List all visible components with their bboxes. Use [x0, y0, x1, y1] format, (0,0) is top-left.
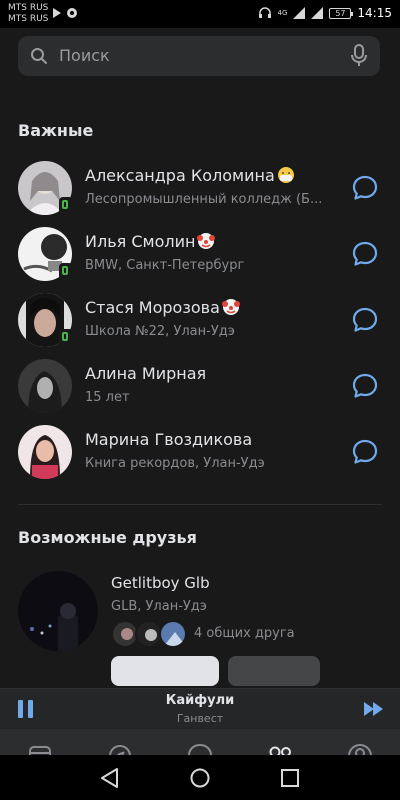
suggested-friend-card[interactable]: Getlitboy Glb GLB, Улан-Удэ 4 общих друг…: [0, 568, 400, 668]
friends-icon: [269, 746, 291, 755]
message-icon[interactable]: [352, 439, 378, 465]
message-icon[interactable]: [352, 373, 378, 399]
friend-name: Алина Мирная: [85, 364, 207, 383]
news-icon: [29, 746, 51, 755]
network-type: 4G: [277, 9, 288, 17]
friend-subtitle: Школа №22, Улан-Удэ: [85, 324, 235, 339]
divider: [18, 504, 382, 505]
tab-news[interactable]: [0, 729, 80, 755]
search-icon: [31, 48, 47, 64]
chrome-icon: [67, 8, 77, 18]
online-mobile-icon: [59, 263, 73, 280]
clock: 14:15: [357, 6, 392, 20]
friend-row[interactable]: Алина Мирная 15 лет: [0, 353, 400, 419]
search-bar[interactable]: Поиск: [18, 36, 380, 76]
avatar: [159, 620, 187, 648]
friend-name: Стася Морозова: [85, 298, 240, 317]
hide-suggestion-button[interactable]: [228, 656, 320, 686]
headphones-icon: [258, 7, 271, 18]
track-title: Кайфули: [165, 693, 235, 708]
avatar[interactable]: [18, 359, 72, 413]
tab-friends[interactable]: [240, 729, 320, 755]
signal-icon: [293, 7, 306, 19]
add-friend-button[interactable]: [111, 656, 219, 686]
audio-player[interactable]: Кайфули Ганвест: [0, 688, 400, 729]
microphone-icon[interactable]: [350, 44, 368, 68]
friend-row[interactable]: Марина Гвоздикова Книга рекордов, Улан-У…: [0, 419, 400, 485]
section-title-suggestions: Возможные друзья: [18, 528, 197, 547]
online-mobile-icon: [59, 197, 73, 214]
tab-bar: [0, 729, 400, 755]
back-icon[interactable]: [97, 765, 123, 791]
battery-icon: 57: [329, 7, 354, 19]
tab-discover[interactable]: [80, 729, 160, 755]
next-track-icon[interactable]: [364, 702, 384, 716]
home-icon[interactable]: [187, 765, 213, 791]
friend-name: Марина Гвоздикова: [85, 430, 253, 449]
online-mobile-icon: [59, 329, 73, 346]
status-bar: MTS RUS MTS RUS 4G 57 14:15: [0, 0, 400, 28]
friend-row[interactable]: Стася Морозова Школа №22, Улан-Удэ: [0, 287, 400, 353]
friend-name: Илья Смолин: [85, 232, 216, 251]
friend-subtitle: BMW, Санкт-Петербург: [85, 258, 245, 273]
clown-face-icon: [197, 233, 216, 249]
signal-icon-2: [311, 7, 324, 19]
message-icon[interactable]: [352, 307, 378, 333]
friend-row[interactable]: Илья Смолин BMW, Санкт-Петербург: [0, 221, 400, 287]
friend-subtitle: Книга рекордов, Улан-Удэ: [85, 456, 265, 471]
carrier-label-2: MTS RUS: [8, 14, 49, 24]
system-navigation-bar: [0, 755, 400, 800]
carrier-label: MTS RUS: [8, 3, 49, 13]
search-input[interactable]: Поиск: [59, 46, 110, 65]
message-icon[interactable]: [352, 241, 378, 267]
suggested-friend-name: Getlitboy Glb: [111, 574, 210, 592]
messages-icon: [188, 744, 212, 755]
avatar[interactable]: [18, 425, 72, 479]
tab-messages[interactable]: [160, 729, 240, 755]
clown-face-icon: [221, 299, 240, 315]
section-title-important: Важные: [18, 121, 94, 140]
friend-row[interactable]: Александра Коломина Лесопромышленный кол…: [0, 155, 400, 221]
play-icon: [53, 8, 61, 18]
friend-subtitle: Лесопромышленный колледж (Б...: [85, 192, 323, 207]
profile-icon: [348, 744, 372, 755]
track-artist: Ганвест: [176, 712, 224, 725]
compass-icon: [109, 745, 131, 755]
recents-icon[interactable]: [277, 765, 303, 791]
message-icon[interactable]: [352, 175, 378, 201]
tab-profile[interactable]: [320, 729, 400, 755]
friends-screen: Поиск Важные Александра Коломина Лесопро…: [0, 28, 400, 755]
mask-face-icon: [277, 167, 294, 183]
mutual-friends-count: 4 общих друга: [194, 626, 295, 641]
avatar[interactable]: [18, 571, 98, 651]
suggested-friend-subtitle: GLB, Улан-Удэ: [111, 599, 207, 614]
friend-subtitle: 15 лет: [85, 390, 130, 405]
friend-name: Александра Коломина: [85, 166, 295, 185]
